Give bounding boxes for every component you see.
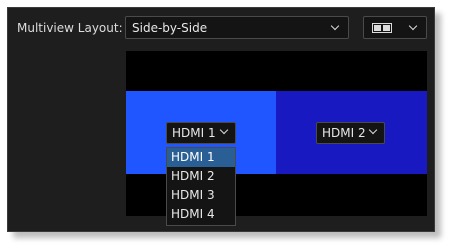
dropdown-option[interactable]: HDMI 3 <box>167 186 235 205</box>
chevron-down-icon <box>368 125 378 135</box>
multiview-preview: HDMI 1 HDMI 2 HDMI 1 HDMI 2 HDMI 3 HDMI … <box>126 51 427 226</box>
right-source-value: HDMI 2 <box>322 126 366 140</box>
layout-icon-select[interactable] <box>363 16 427 39</box>
multiview-panel: Multiview Layout: Side-by-Side HDMI 1 HD… <box>7 7 435 232</box>
layout-select[interactable]: Side-by-Side <box>125 16 349 39</box>
dropdown-option[interactable]: HDMI 4 <box>167 205 235 224</box>
chevron-down-icon <box>219 125 229 135</box>
left-source-select[interactable]: HDMI 1 <box>166 122 236 144</box>
dropdown-option[interactable]: HDMI 2 <box>167 167 235 186</box>
right-source-select[interactable]: HDMI 2 <box>316 122 385 144</box>
dropdown-option[interactable]: HDMI 1 <box>167 148 235 167</box>
source-dropdown-list: HDMI 1 HDMI 2 HDMI 3 HDMI 4 <box>166 147 236 226</box>
chevron-down-icon <box>408 21 418 31</box>
left-source-value: HDMI 1 <box>172 126 216 140</box>
side-by-side-layout-icon <box>372 23 392 33</box>
multiview-layout-label: Multiview Layout: <box>17 21 123 35</box>
layout-select-value: Side-by-Side <box>132 21 208 35</box>
chevron-down-icon <box>330 21 340 31</box>
